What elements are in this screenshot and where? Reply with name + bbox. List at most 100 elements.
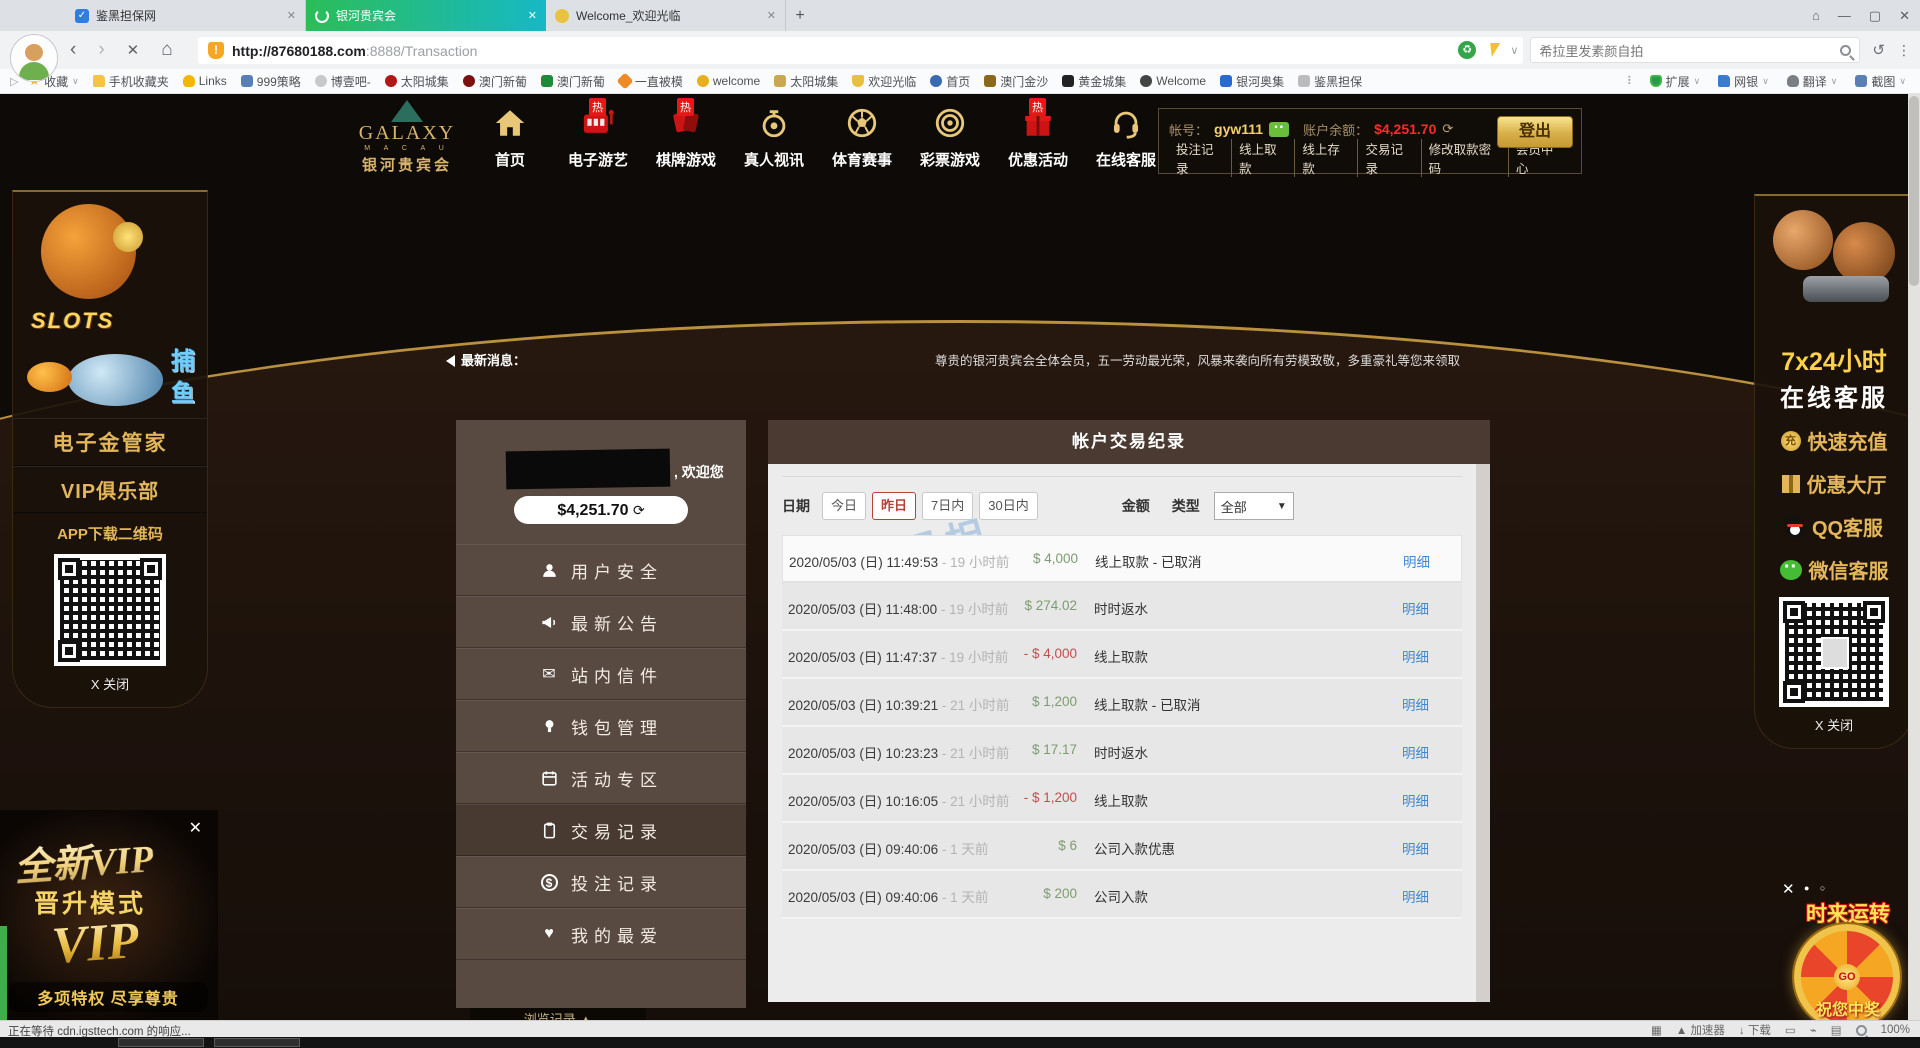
vip-promo-overlay[interactable]: ✕ 全新VIP 晋升模式 VIP 多项特权 尽享尊贵: [0, 810, 218, 1020]
link-bet-records[interactable]: 投注记录: [1169, 139, 1232, 177]
qq-service-link[interactable]: QQ客服: [1755, 505, 1913, 548]
extensions-menu[interactable]: 扩展∨: [1646, 73, 1705, 90]
nav-promotions[interactable]: 热 优惠活动: [994, 102, 1082, 170]
maximize-button[interactable]: ▢: [1869, 8, 1881, 24]
app-home-icon[interactable]: ⌂: [1812, 8, 1820, 23]
undo-icon[interactable]: ↺: [1872, 41, 1885, 59]
close-button[interactable]: ✕: [1899, 8, 1910, 24]
detail-link[interactable]: 明细: [1402, 790, 1429, 810]
home-button[interactable]: ⌂: [161, 39, 172, 61]
link-withdraw[interactable]: 线上取款: [1232, 139, 1295, 177]
bookmark-item[interactable]: 黄金城集: [1058, 73, 1130, 90]
bookmark-item[interactable]: 澳门金沙: [980, 73, 1052, 90]
lucky-wheel-overlay[interactable]: ✕ ● ○ 时来运转 GO 祝您中奖: [1782, 880, 1916, 1020]
nav-lottery[interactable]: 彩票游戏: [906, 102, 994, 170]
bookmark-item[interactable]: 手机收藏夹: [89, 73, 173, 90]
speed-boost-icon[interactable]: [1486, 43, 1501, 57]
fishing-banner[interactable]: 捕鱼: [13, 342, 207, 418]
bolt-icon[interactable]: ⌁: [1810, 1023, 1817, 1037]
search-icon[interactable]: [1840, 45, 1851, 56]
wheel-go-button[interactable]: GO: [1834, 964, 1860, 990]
transaction-row[interactable]: 2020/05/03 (日) 11:49:53 - 19 小时前 $ 4,000…: [782, 535, 1462, 583]
window-icon[interactable]: ▭: [1785, 1023, 1796, 1037]
bookmark-item[interactable]: 博壹吧-: [311, 73, 375, 90]
nav-slots[interactable]: 热 电子游艺: [554, 102, 642, 170]
refresh-clean-icon[interactable]: ♻: [1458, 41, 1476, 59]
balance-pill[interactable]: $4,251.70 ⟳: [514, 496, 688, 524]
detail-link[interactable]: 明细: [1402, 742, 1429, 762]
chevron-down-icon[interactable]: ∨: [1510, 44, 1518, 57]
search-suggestion-text[interactable]: 希拉里发素颜自拍: [1539, 41, 1832, 60]
filter-7days-button[interactable]: 7日内: [922, 492, 973, 520]
menu-favorites[interactable]: ♥ 我的最爱: [456, 908, 746, 960]
bookmark-item[interactable]: 欢迎光临: [848, 73, 920, 90]
accelerator-button[interactable]: ▲ 加速器: [1676, 1022, 1725, 1038]
transaction-row[interactable]: 2020/05/03 (日) 09:40:06 - 1 天前 $ 6 公司入款优…: [782, 823, 1462, 871]
quick-search-box[interactable]: 希拉里发素颜自拍: [1530, 37, 1860, 63]
taskbar-window-tile[interactable]: [118, 1038, 204, 1047]
translate-menu[interactable]: 翻译∨: [1783, 73, 1842, 90]
grid-icon[interactable]: ▦: [1651, 1023, 1662, 1037]
right-promo-close-button[interactable]: X 关闭: [1755, 715, 1913, 734]
zoom-level[interactable]: 100%: [1881, 1024, 1910, 1036]
slots-banner[interactable]: SLOTS: [13, 192, 207, 342]
refresh-icon[interactable]: ⟳: [633, 502, 645, 518]
type-select[interactable]: 全部▼: [1214, 492, 1294, 520]
tab-welcome[interactable]: Welcome_欢迎光临 ✕: [546, 0, 786, 31]
menu-transactions[interactable]: 交易记录: [456, 804, 746, 856]
panel-scrollbar[interactable]: [1476, 464, 1490, 1002]
stop-button[interactable]: ✕: [127, 41, 140, 59]
menu-announcements[interactable]: 最新公告: [456, 596, 746, 648]
nav-customer-service[interactable]: 在线客服: [1082, 102, 1170, 170]
menu-wallet[interactable]: 钱包管理: [456, 700, 746, 752]
vip-club-link[interactable]: VIP俱乐部: [13, 466, 207, 513]
logout-button[interactable]: 登出: [1497, 116, 1573, 148]
menu-messages[interactable]: ✉ 站内信件: [456, 648, 746, 700]
transaction-row[interactable]: 2020/05/03 (日) 10:23:23 - 21 小时前 $ 17.17…: [782, 727, 1462, 775]
bank-menu[interactable]: 网银∨: [1714, 73, 1773, 90]
quick-deposit-link[interactable]: 充快速充值: [1755, 419, 1913, 462]
bookmark-item[interactable]: 澳门新葡: [459, 73, 531, 90]
nav-cards[interactable]: 热 棋牌游戏: [642, 102, 730, 170]
menu-user-security[interactable]: 用户安全: [456, 544, 746, 596]
extensions-dots-icon[interactable]: ⠇: [1627, 74, 1636, 88]
bookmark-item[interactable]: Welcome: [1136, 74, 1210, 88]
service-banner[interactable]: [1755, 196, 1913, 342]
security-warning-icon[interactable]: [208, 42, 224, 59]
wheel-close-button[interactable]: ✕: [1782, 880, 1795, 898]
wechat-service-link[interactable]: 微信客服: [1755, 548, 1913, 591]
profile-avatar[interactable]: [10, 34, 58, 82]
link-transactions[interactable]: 交易记录: [1358, 139, 1421, 177]
tab-galaxy-active[interactable]: 银河贵宾会 ✕: [306, 0, 546, 31]
detail-link[interactable]: 明细: [1402, 694, 1429, 714]
detail-link[interactable]: 明细: [1403, 551, 1430, 571]
filter-yesterday-button[interactable]: 昨日: [872, 492, 916, 520]
forward-button[interactable]: ›: [98, 39, 104, 61]
transaction-row[interactable]: 2020/05/03 (日) 09:40:06 - 1 天前 $ 200 公司入…: [782, 871, 1462, 919]
tab-close-icon[interactable]: ✕: [767, 9, 776, 22]
detail-link[interactable]: 明细: [1402, 646, 1429, 666]
new-tab-button[interactable]: +: [786, 0, 814, 31]
collapse-bookmarks-icon[interactable]: ▷: [10, 75, 18, 88]
menu-activities[interactable]: 活动专区: [456, 752, 746, 804]
download-button[interactable]: ↓ 下载: [1739, 1022, 1771, 1038]
bookmark-item[interactable]: 太阳城集: [770, 73, 842, 90]
nav-live-casino[interactable]: 真人视讯: [730, 102, 818, 170]
bookmark-item[interactable]: 银河奥集: [1216, 73, 1288, 90]
site-logo[interactable]: GALAXY M A C A U 银河贵宾会: [352, 100, 462, 175]
tab-close-icon[interactable]: ✕: [528, 9, 537, 22]
transaction-row[interactable]: 2020/05/03 (日) 11:47:37 - 19 小时前 - $ 4,0…: [782, 631, 1462, 679]
back-button[interactable]: ‹: [70, 39, 76, 61]
e-wallet-manager-link[interactable]: 电子金管家: [13, 418, 207, 466]
filter-30days-button[interactable]: 30日内: [979, 492, 1037, 520]
bookmark-item[interactable]: 澳门新葡: [537, 73, 609, 90]
bookmark-item[interactable]: 鉴黑担保: [1294, 73, 1366, 90]
detail-link[interactable]: 明细: [1402, 598, 1429, 618]
zoom-icon[interactable]: [1856, 1025, 1867, 1036]
transaction-row[interactable]: 2020/05/03 (日) 10:16:05 - 21 小时前 - $ 1,2…: [782, 775, 1462, 823]
nav-sports[interactable]: 体育赛事: [818, 102, 906, 170]
browser-menu-icon[interactable]: ⋮: [1897, 42, 1912, 59]
minimize-button[interactable]: —: [1838, 8, 1851, 23]
promo-hall-link[interactable]: 优惠大厅: [1755, 462, 1913, 505]
message-bubble-icon[interactable]: [1269, 122, 1289, 137]
